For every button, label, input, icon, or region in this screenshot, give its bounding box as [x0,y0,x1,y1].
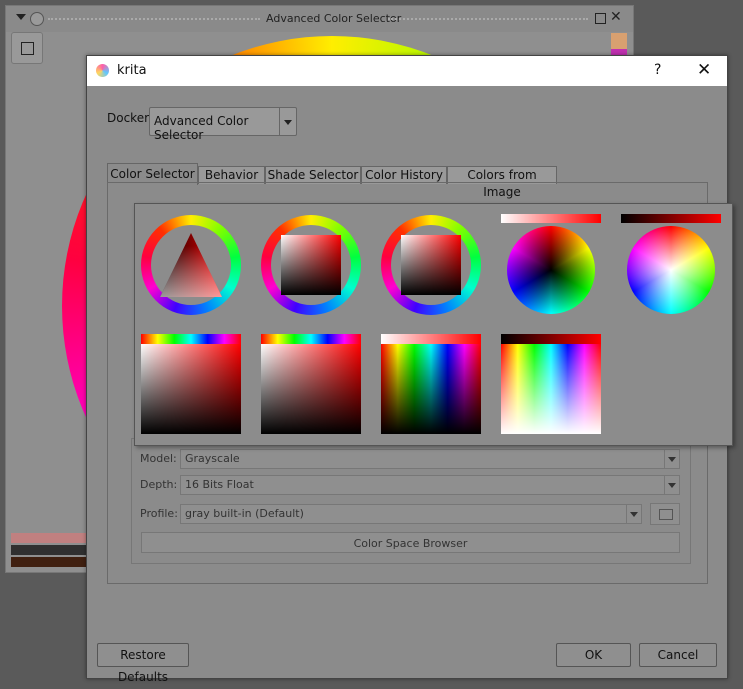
wheel-light-selector[interactable] [621,214,721,314]
drag-grip[interactable] [388,18,588,23]
color-space-browser-label: Color Space Browser [353,537,468,550]
square-icon [281,235,341,295]
help-button[interactable]: ? [654,62,661,78]
ok-button[interactable]: OK [556,643,631,667]
hue-plane-dark-selector[interactable] [381,334,481,434]
shade-bar[interactable] [11,533,91,543]
hue-wheel [627,226,715,314]
docker-combo[interactable]: Advanced Color Selector [149,107,297,142]
profile-value: gray built-in (Default) [185,507,304,520]
collapse-arrow-icon[interactable] [16,14,26,20]
docker-title: Advanced Color Selector [266,12,402,25]
chevron-down-icon [626,505,641,523]
float-icon[interactable] [595,13,606,24]
saturation-value-plane [261,344,361,434]
depth-label: Depth: [140,478,178,491]
color-swatch[interactable] [611,33,627,49]
model-label: Model: [140,452,177,465]
settings-icon [21,42,34,55]
hue-bar [141,334,241,344]
plane-hue-top-selector[interactable] [141,334,241,434]
hue-bar [501,334,601,344]
saturation-value-plane [141,344,241,434]
dialog-title: krita [117,63,147,78]
hue-plane [381,344,481,434]
profile-label: Profile: [140,507,178,520]
lock-icon[interactable] [30,12,44,26]
square-ring-selector-alt[interactable] [381,215,481,315]
depth-combo[interactable]: 16 Bits Float [180,475,680,495]
hue-plane [501,344,601,434]
krita-logo-icon [96,64,109,77]
chevron-down-icon [279,108,296,135]
model-combo[interactable]: Grayscale [180,449,680,469]
folder-icon [659,509,673,520]
settings-button[interactable] [11,32,43,64]
shade-bar[interactable] [11,545,91,555]
color-space-group: Model: Grayscale Depth: 16 Bits Float Pr… [131,438,691,564]
color-space-browser-button[interactable]: Color Space Browser [141,532,680,553]
dialog-titlebar: krita ? ✕ [87,56,727,86]
close-button[interactable]: ✕ [697,60,711,80]
chevron-down-icon [664,450,679,468]
hue-bar [261,334,361,344]
triangle-ring-selector[interactable] [141,215,241,315]
hue-bar [621,214,721,223]
chevron-down-icon [664,476,679,494]
selector-type-popup [134,203,733,446]
cancel-button[interactable]: Cancel [639,643,717,667]
hue-plane-light-selector[interactable] [501,334,601,434]
hue-bar [381,334,481,344]
docker-titlebar: Advanced Color Selector ✕ [6,6,633,32]
drag-grip[interactable] [48,18,260,23]
plane-hue-top-selector-2[interactable] [261,334,361,434]
model-value: Grayscale [185,452,240,465]
square-ring-selector[interactable] [261,215,361,315]
hue-bar [501,214,601,223]
docker-value: Advanced Color Selector [154,114,249,142]
square-icon [401,235,461,295]
wheel-dark-selector[interactable] [501,214,601,314]
profile-combo[interactable]: gray built-in (Default) [180,504,642,524]
shade-bar[interactable] [11,557,91,567]
profile-browse-button[interactable] [650,503,680,525]
restore-defaults-button[interactable]: Restore Defaults [97,643,189,684]
docker-label: Docker: [107,111,153,125]
hue-wheel [507,226,595,314]
depth-value: 16 Bits Float [185,478,254,491]
close-icon[interactable]: ✕ [610,9,622,25]
